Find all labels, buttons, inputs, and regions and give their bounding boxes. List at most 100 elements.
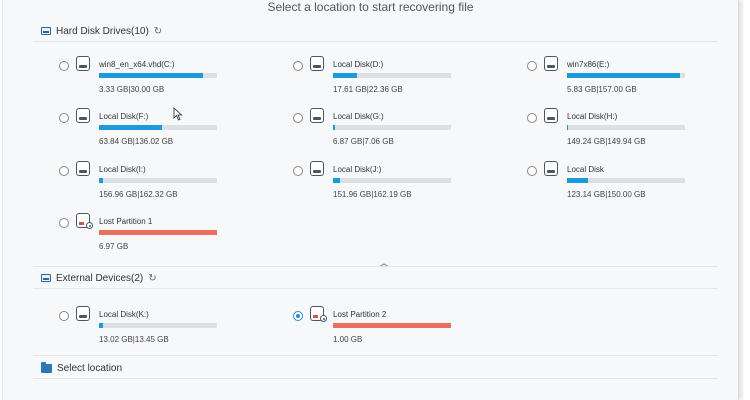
drive-size: 151.96 GB|162.19 GB [333, 190, 412, 199]
refresh-icon[interactable]: ↻ [154, 26, 162, 37]
drive-icon [310, 56, 324, 71]
drive-name: Local Disk(K:) [99, 310, 149, 319]
drive-size: 6.87 GB|7.06 GB [333, 137, 394, 146]
select-location-section-header: Select location [41, 361, 122, 375]
drive-size: 17.61 GB|22.36 GB [333, 85, 403, 94]
usage-bar [333, 178, 451, 183]
section-divider [33, 355, 718, 356]
hard-disk-section-label: Hard Disk Drives(10) [56, 25, 149, 37]
usage-bar-fill [333, 73, 357, 78]
usage-bar-fill [99, 178, 103, 183]
usage-bar [333, 125, 451, 130]
usage-bar [99, 230, 217, 235]
drive-name: Lost Partition 2 [333, 310, 387, 319]
drive-item[interactable]: win8_en_x64.vhd(C:) 3.33 GB|30.00 GB [59, 56, 259, 100]
drive-radio[interactable] [59, 311, 69, 321]
drive-icon [76, 161, 90, 176]
drive-radio[interactable] [293, 113, 303, 123]
drive-item[interactable]: win7x86(E:) 5.83 GB|157.00 GB [527, 56, 727, 100]
drive-radio[interactable] [527, 166, 537, 176]
select-location-label: Select location [57, 362, 123, 374]
external-section-header: External Devices(2) ↻ [41, 271, 157, 285]
section-divider [33, 41, 718, 42]
drive-name: Local Disk(H:) [567, 112, 618, 121]
drive-item[interactable]: Local Disk 123.14 GB|150.00 GB [527, 161, 727, 205]
drive-radio[interactable] [293, 61, 303, 71]
lost-partition-item[interactable]: Lost Partition 1 6.97 GB [59, 213, 259, 257]
drive-radio[interactable] [527, 61, 537, 71]
drive-name: Local Disk [567, 165, 604, 174]
hard-disk-section-header: Hard Disk Drives(10) ↻ [41, 24, 162, 38]
drive-icon [544, 161, 558, 176]
usage-bar [567, 178, 685, 183]
recovery-window: Select a location to start recovering fi… [2, 0, 739, 400]
drive-name: Local Disk(G:) [333, 112, 384, 121]
drive-icon [76, 306, 90, 321]
usage-bar [99, 178, 217, 183]
usage-bar [567, 125, 685, 130]
drive-item[interactable]: Local Disk(J:) 151.96 GB|162.19 GB [293, 161, 493, 205]
drive-icon [76, 56, 90, 71]
drive-radio[interactable] [59, 113, 69, 123]
drive-item[interactable]: Local Disk(G:) 6.87 GB|7.06 GB [293, 108, 493, 152]
drive-size: 1.00 GB [333, 335, 363, 344]
drive-radio[interactable] [59, 166, 69, 176]
drive-size: 63.84 GB|136.02 GB [99, 137, 174, 146]
drive-item[interactable]: Local Disk(K:) 13.02 GB|13.45 GB [59, 306, 259, 350]
drive-size: 123.14 GB|150.00 GB [567, 190, 646, 199]
drive-radio[interactable] [293, 311, 303, 321]
drive-size: 5.83 GB|157.00 GB [567, 85, 637, 94]
drive-name: Local Disk(J:) [333, 165, 382, 174]
usage-bar [333, 323, 451, 328]
section-divider [33, 378, 718, 379]
usage-bar-fill [567, 73, 681, 78]
folder-icon [41, 361, 52, 373]
drive-radio[interactable] [59, 218, 69, 228]
usage-bar [99, 73, 217, 78]
drive-name: Local Disk(I:) [99, 165, 146, 174]
usage-bar [99, 323, 217, 328]
lost-partition-item[interactable]: Lost Partition 2 1.00 GB [293, 306, 493, 350]
section-divider [33, 288, 718, 289]
usage-bar-fill [99, 125, 162, 130]
usage-bar-fill [333, 125, 336, 130]
usage-bar-fill [99, 73, 203, 78]
usage-bar-fill [333, 178, 341, 183]
usage-bar [99, 125, 217, 130]
page-title: Select a location to start recovering fi… [267, 0, 474, 14]
section-divider [33, 266, 718, 267]
usage-bar [333, 73, 451, 78]
drive-icon [544, 108, 558, 123]
external-drive-icon [41, 274, 51, 282]
usage-bar-fill [567, 125, 569, 130]
mouse-cursor-icon [173, 107, 183, 121]
drive-name: Lost Partition 1 [99, 217, 153, 226]
lost-badge-icon [86, 222, 93, 229]
drive-icon [76, 108, 90, 123]
drive-size: 6.97 GB [99, 242, 129, 251]
drive-name: win8_en_x64.vhd(C:) [99, 60, 175, 69]
drive-name: Local Disk(F:) [99, 112, 149, 121]
drive-item[interactable]: Local Disk(I:) 156.96 GB|162.32 GB [59, 161, 259, 205]
chevron-up-icon[interactable]: ︿ [379, 256, 389, 269]
refresh-icon[interactable]: ↻ [148, 273, 156, 284]
hard-disk-icon [41, 27, 51, 35]
drive-item[interactable]: Local Disk(H:) 149.24 GB|149.94 GB [527, 108, 727, 152]
drive-radio[interactable] [59, 61, 69, 71]
usage-bar-fill [99, 323, 103, 328]
drive-radio[interactable] [293, 166, 303, 176]
drive-size: 13.02 GB|13.45 GB [99, 335, 169, 344]
drive-size: 156.96 GB|162.32 GB [99, 190, 178, 199]
drive-icon [310, 161, 324, 176]
drive-icon [544, 56, 558, 71]
drive-item[interactable]: Local Disk(F:) 63.84 GB|136.02 GB [59, 108, 259, 152]
drive-name: win7x86(E:) [567, 60, 610, 69]
drive-size: 3.33 GB|30.00 GB [99, 85, 165, 94]
lost-badge-icon [320, 315, 327, 322]
drive-icon [310, 108, 324, 123]
external-section-label: External Devices(2) [56, 272, 144, 284]
usage-bar [567, 73, 685, 78]
drive-radio[interactable] [527, 113, 537, 123]
drive-item[interactable]: Local Disk(D:) 17.61 GB|22.36 GB [293, 56, 493, 100]
drive-name: Local Disk(D:) [333, 60, 384, 69]
